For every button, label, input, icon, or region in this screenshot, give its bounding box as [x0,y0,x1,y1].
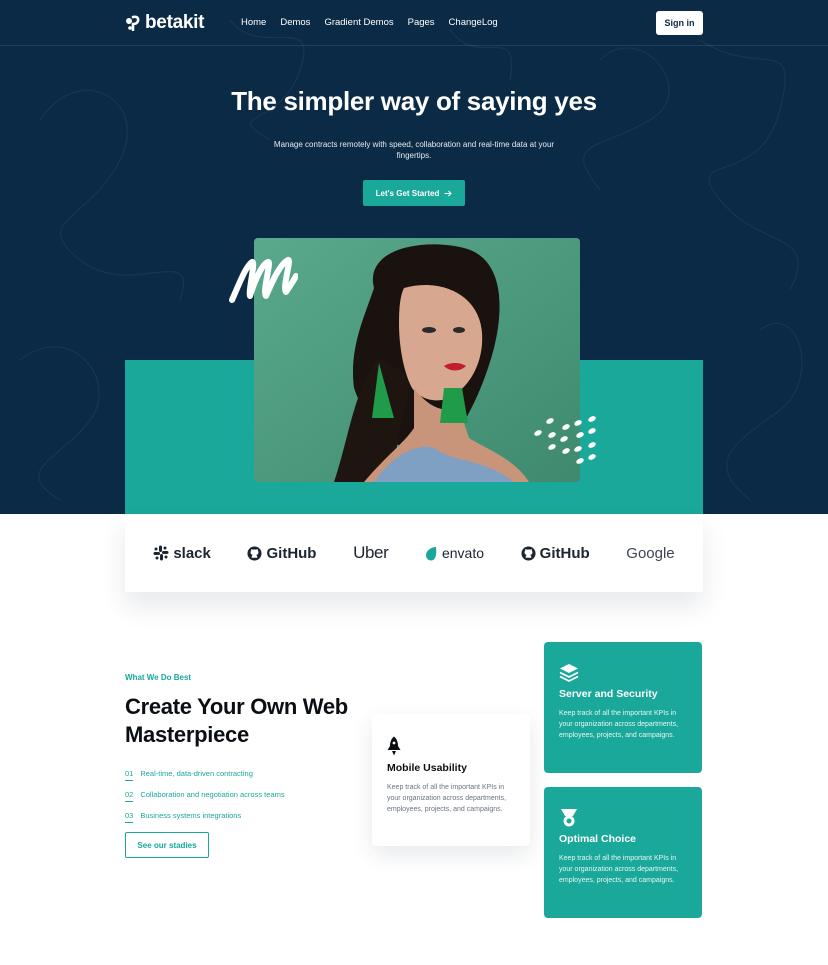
white-dots-decoration [534,416,596,464]
nav-link-home[interactable]: Home [241,17,266,28]
top-navbar: betakit Home Demos Gradient Demos Pages … [0,0,828,46]
brand-slack-label: slack [173,544,211,562]
card-text: Keep track of all the important KPIs in … [559,855,679,884]
brand-slack: slack [153,545,211,562]
nav-link-gradient-demos[interactable]: Gradient Demos [324,17,393,28]
list-item-number: 02 [125,790,134,802]
list-item-text: Collaboration and negotiation across tea… [140,790,285,799]
get-started-button[interactable]: Let's Get Started [363,180,465,206]
award-icon [561,809,577,827]
card-mobile-usability: Mobile Usability Keep track of all the i… [372,714,530,846]
brand-uber-label: Uber [353,543,389,562]
layers-icon [559,664,579,682]
card-title: Mobile Usability [387,762,467,774]
section-title: Create Your Own Web Masterpiece [125,694,348,747]
card-server-security: Server and Security Keep track of all th… [544,642,702,773]
brand-github-label: GitHub [266,544,317,562]
white-scribble-decoration [229,256,298,303]
list-item: 02 Collaboration and negotiation across … [125,790,285,811]
hero-subtitle: Manage contracts remotely with speed, co… [273,140,555,160]
section-eyebrow: What We Do Best [125,673,192,682]
brand-logos-strip: slack GitHub Uber envato GitHub Google [125,514,703,592]
brand-logo[interactable]: betakit [125,12,204,34]
envato-leaf-icon [425,546,437,560]
betakit-logo-icon [126,15,140,31]
nav-link-demos[interactable]: Demos [280,17,310,28]
brand-logo-text: betakit [145,12,205,33]
rocket-icon [387,736,401,756]
list-item-number: 03 [125,811,134,823]
card-title: Optimal Choice [559,833,637,845]
github-icon [521,545,536,561]
brand-envato-label: envato [441,545,485,561]
list-item: 03 Business systems integrations [125,811,285,832]
brand-google: Google [626,545,674,562]
card-title: Server and Security [559,688,658,700]
brand-github: GitHub [247,545,316,562]
brand-google-label: Google [626,544,675,562]
list-item-text: Real-time, data-driven contracting [140,769,253,778]
sign-in-button[interactable]: Sign in [656,11,703,35]
github-icon [247,545,263,561]
get-started-label: Let's Get Started [375,188,440,198]
slack-icon [153,545,169,561]
card-text: Keep track of all the important KPIs in … [559,710,679,739]
card-optimal-choice: Optimal Choice Keep track of all the imp… [544,787,702,918]
hero-title: The simpler way of saying yes [231,86,597,116]
nav-link-changelog[interactable]: ChangeLog [449,17,498,28]
arrow-right-icon [444,190,453,196]
list-item-text: Business systems integrations [140,811,242,820]
list-item-number: 01 [125,769,134,781]
nav-links: Home Demos Gradient Demos Pages ChangeLo… [241,17,498,28]
see-studies-button[interactable]: See our stadies [125,832,209,858]
list-item: 01 Real-time, data-driven contracting [125,769,285,790]
nav-link-pages[interactable]: Pages [408,17,435,28]
card-text: Keep track of all the important KPIs in … [387,784,507,813]
brand-envato: envato [425,545,484,561]
brand-github-2: GitHub [521,545,590,562]
brand-github-2-label: GitHub [539,544,590,562]
feature-list: 01 Real-time, data-driven contracting 02… [125,769,285,832]
hero-section: betakit Home Demos Gradient Demos Pages … [0,0,828,514]
brand-uber: Uber [353,543,389,563]
